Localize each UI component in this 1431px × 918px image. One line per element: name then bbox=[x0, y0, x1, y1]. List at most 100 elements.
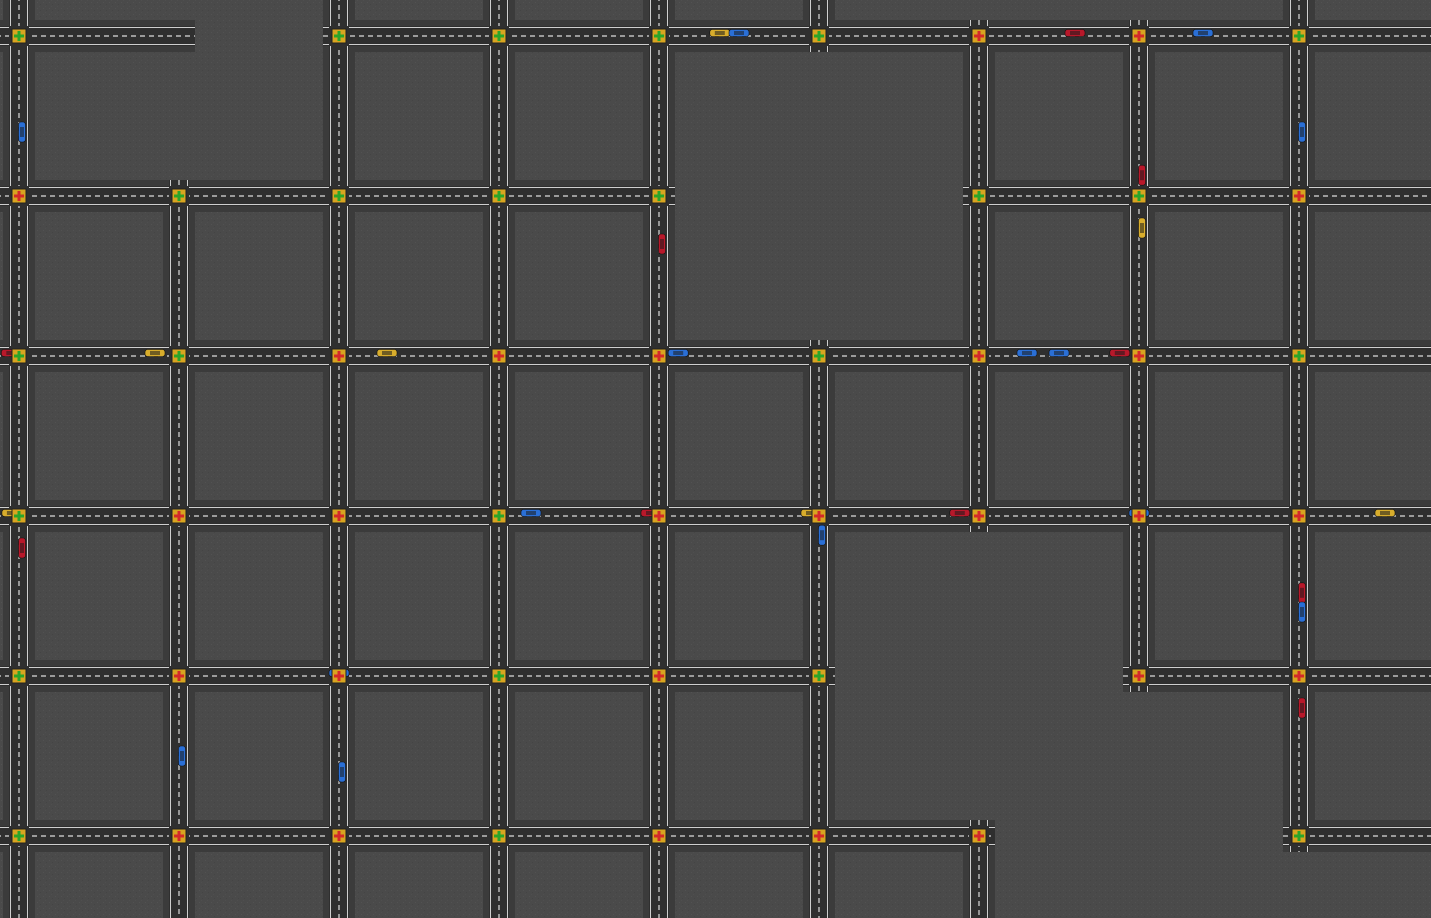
car-windshield bbox=[734, 31, 744, 35]
traffic-signal-red-icon[interactable] bbox=[651, 668, 667, 684]
traffic-signal-green-icon[interactable] bbox=[11, 828, 27, 844]
traffic-signal-green-icon[interactable] bbox=[491, 28, 507, 44]
traffic-signal-red-icon[interactable] bbox=[1291, 668, 1307, 684]
traffic-signal-red-icon[interactable] bbox=[331, 348, 347, 364]
traffic-signal-green-icon[interactable] bbox=[11, 28, 27, 44]
traffic-signal-red-icon[interactable] bbox=[651, 508, 667, 524]
traffic-signal-red-icon[interactable] bbox=[1131, 28, 1147, 44]
traffic-signal-red-icon[interactable] bbox=[331, 668, 347, 684]
traffic-signal-green-icon[interactable] bbox=[811, 348, 827, 364]
car-red bbox=[1298, 697, 1306, 719]
traffic-signal-red-icon[interactable] bbox=[171, 828, 187, 844]
traffic-signal-green-icon[interactable] bbox=[1291, 28, 1307, 44]
car-windshield bbox=[1300, 127, 1304, 137]
car-red bbox=[949, 509, 971, 517]
car-windshield bbox=[1140, 170, 1144, 181]
car-red bbox=[1298, 582, 1306, 604]
traffic-signal-green-icon[interactable] bbox=[491, 668, 507, 684]
signal-bar-v bbox=[1297, 511, 1301, 521]
traffic-signal-green-icon[interactable] bbox=[491, 188, 507, 204]
signal-bar-v bbox=[657, 831, 661, 841]
traffic-signal-green-icon[interactable] bbox=[1291, 828, 1307, 844]
signal-bar-v bbox=[17, 831, 21, 841]
traffic-signal-red-icon[interactable] bbox=[651, 348, 667, 364]
traffic-signal-green-icon[interactable] bbox=[1291, 348, 1307, 364]
signal-bar-v bbox=[337, 31, 341, 41]
signal-bar-v bbox=[1137, 351, 1141, 361]
signal-bar-v bbox=[17, 351, 21, 361]
traffic-signal-green-icon[interactable] bbox=[491, 508, 507, 524]
car-windshield bbox=[340, 767, 344, 777]
traffic-signal-green-icon[interactable] bbox=[811, 28, 827, 44]
signal-bar-v bbox=[1297, 191, 1301, 201]
signal-bar-v bbox=[817, 671, 821, 681]
city-map[interactable] bbox=[0, 0, 1431, 918]
traffic-signal-red-icon[interactable] bbox=[1131, 508, 1147, 524]
traffic-signal-green-icon[interactable] bbox=[11, 348, 27, 364]
car-red bbox=[1138, 164, 1146, 186]
car-windshield bbox=[1380, 511, 1390, 515]
traffic-signal-green-icon[interactable] bbox=[171, 188, 187, 204]
traffic-signal-green-icon[interactable] bbox=[651, 188, 667, 204]
traffic-signal-red-icon[interactable] bbox=[491, 348, 507, 364]
signal-bar-v bbox=[337, 351, 341, 361]
car-windshield bbox=[714, 31, 725, 35]
traffic-signal-red-icon[interactable] bbox=[971, 348, 987, 364]
traffic-signal-red-icon[interactable] bbox=[331, 828, 347, 844]
ground bbox=[0, 0, 1431, 918]
car-blue bbox=[667, 349, 689, 357]
signal-bar-v bbox=[817, 831, 821, 841]
signal-bar-v bbox=[497, 831, 501, 841]
car-blue bbox=[1192, 29, 1214, 37]
traffic-signal-red-icon[interactable] bbox=[971, 828, 987, 844]
traffic-signal-red-icon[interactable] bbox=[331, 508, 347, 524]
traffic-signal-green-icon[interactable] bbox=[651, 28, 667, 44]
signal-bar-v bbox=[657, 191, 661, 201]
signal-bar-v bbox=[497, 31, 501, 41]
car-blue bbox=[818, 524, 826, 546]
traffic-signal-green-icon[interactable] bbox=[11, 508, 27, 524]
traffic-signal-green-icon[interactable] bbox=[331, 188, 347, 204]
traffic-signal-green-icon[interactable] bbox=[491, 828, 507, 844]
car-blue bbox=[18, 121, 26, 143]
signal-bar-v bbox=[17, 191, 21, 201]
traffic-signal-red-icon[interactable] bbox=[971, 508, 987, 524]
car-windshield bbox=[954, 511, 965, 515]
signal-bar-v bbox=[497, 671, 501, 681]
traffic-signal-red-icon[interactable] bbox=[1131, 668, 1147, 684]
car-red bbox=[18, 537, 26, 559]
traffic-signal-green-icon[interactable] bbox=[971, 188, 987, 204]
car-windshield bbox=[150, 351, 160, 355]
traffic-signal-red-icon[interactable] bbox=[171, 508, 187, 524]
car-blue bbox=[520, 509, 542, 517]
car-windshield bbox=[1070, 31, 1080, 35]
traffic-signal-red-icon[interactable] bbox=[11, 188, 27, 204]
car-windshield bbox=[382, 351, 392, 355]
traffic-signal-red-icon[interactable] bbox=[811, 828, 827, 844]
traffic-signal-red-icon[interactable] bbox=[971, 28, 987, 44]
traffic-signal-green-icon[interactable] bbox=[811, 668, 827, 684]
car-windshield bbox=[1054, 351, 1064, 355]
traffic-signal-green-icon[interactable] bbox=[11, 668, 27, 684]
car-blue bbox=[1298, 601, 1306, 623]
traffic-signal-red-icon[interactable] bbox=[811, 508, 827, 524]
traffic-signal-red-icon[interactable] bbox=[1291, 508, 1307, 524]
traffic-signal-red-icon[interactable] bbox=[651, 828, 667, 844]
signal-bar-v bbox=[977, 351, 981, 361]
car-blue bbox=[728, 29, 750, 37]
car-red bbox=[658, 233, 666, 255]
signal-bar-v bbox=[657, 671, 661, 681]
traffic-signal-green-icon[interactable] bbox=[331, 28, 347, 44]
traffic-signal-red-icon[interactable] bbox=[171, 668, 187, 684]
signal-bar-v bbox=[1137, 31, 1141, 41]
car-windshield bbox=[1198, 31, 1208, 35]
traffic-signal-green-icon[interactable] bbox=[1131, 188, 1147, 204]
signal-bar-v bbox=[817, 351, 821, 361]
car-windshield bbox=[20, 127, 24, 137]
traffic-signal-green-icon[interactable] bbox=[171, 348, 187, 364]
signal-bar-v bbox=[1297, 31, 1301, 41]
traffic-signal-red-icon[interactable] bbox=[1291, 188, 1307, 204]
signal-bar-v bbox=[1137, 511, 1141, 521]
signal-bar-v bbox=[337, 511, 341, 521]
traffic-signal-red-icon[interactable] bbox=[1131, 348, 1147, 364]
